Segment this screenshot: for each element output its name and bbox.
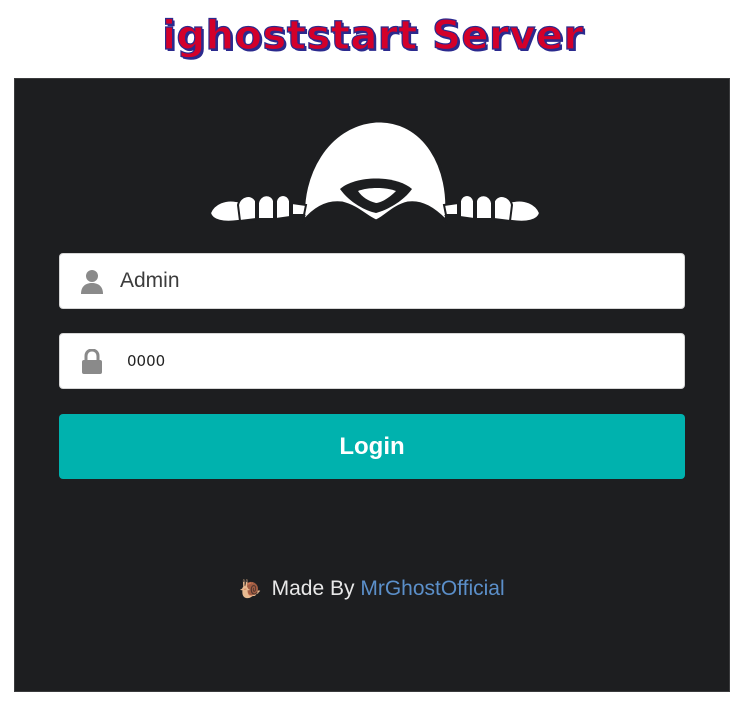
author-link[interactable]: MrGhostOfficial <box>360 577 504 600</box>
password-value: 0000 <box>127 352 166 370</box>
user-icon <box>81 270 103 294</box>
hooded-ghost-logo <box>208 119 542 225</box>
username-field[interactable]: Admin <box>59 253 685 309</box>
site-title: ighoststart Server <box>162 12 584 59</box>
made-by-label: Made By <box>271 577 355 600</box>
username-value: Admin <box>120 269 180 292</box>
lock-icon <box>82 349 102 374</box>
login-button[interactable]: Login <box>59 414 685 479</box>
footer-credit: 🐌 Made By MrGhostOfficial <box>15 574 729 604</box>
login-panel: Admin 0000 Login 🐌 Made By MrGhostOffici… <box>14 78 730 692</box>
snail-icon: 🐌 <box>239 579 262 599</box>
password-field[interactable]: 0000 <box>59 333 685 389</box>
